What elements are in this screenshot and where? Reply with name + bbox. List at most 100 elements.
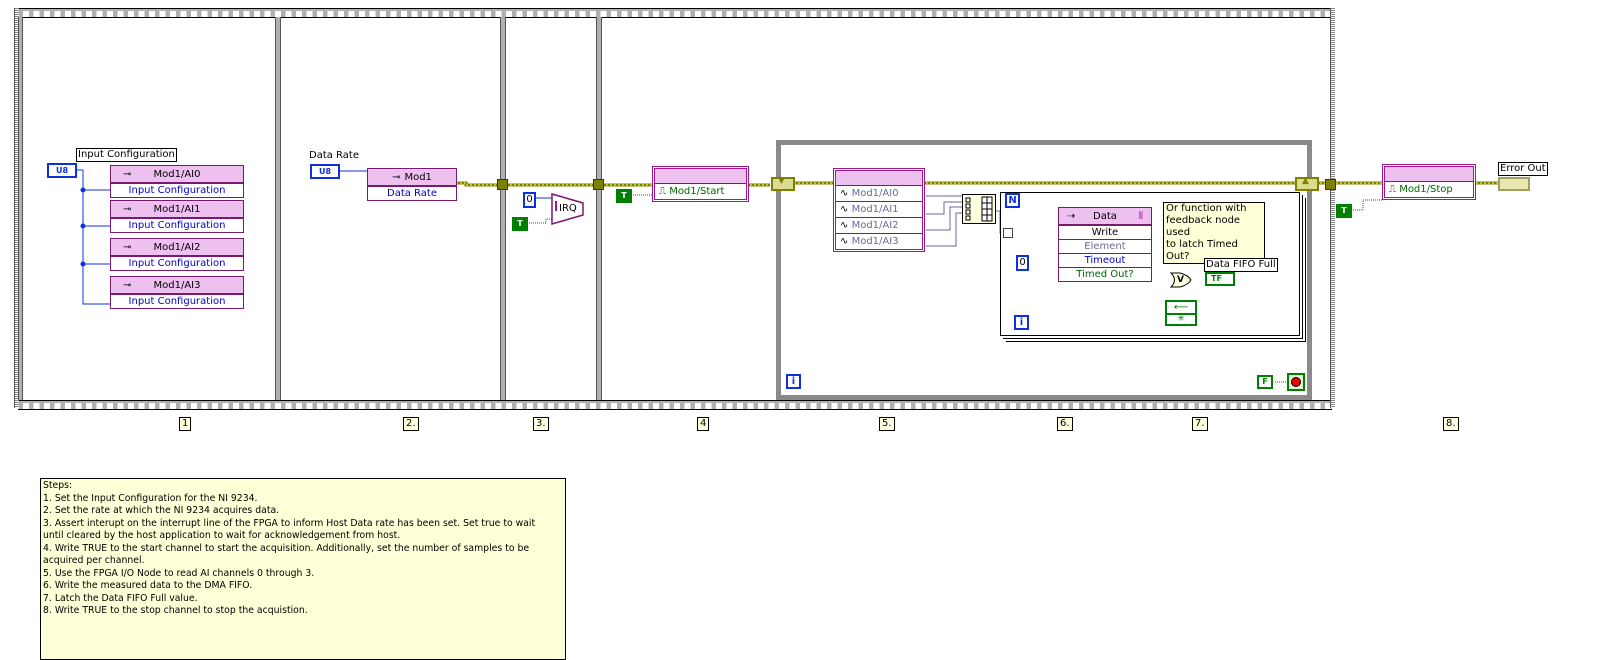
build-array-function[interactable] <box>962 194 996 224</box>
property-node-mod1[interactable]: ⊸ Mod1 Data Rate <box>367 168 457 201</box>
notes-line: 5. Use the FPGA I/O Node to read AI chan… <box>43 567 315 579</box>
data-fifo-full-indicator: TF <box>1205 272 1235 286</box>
for-count-terminal[interactable]: N <box>1005 193 1020 208</box>
auto-index-tunnel <box>1003 228 1013 238</box>
feedback-init-icon: ✳ <box>1177 314 1185 324</box>
frame-label-3: 3. <box>533 417 549 431</box>
error-out-indicator <box>1498 177 1530 191</box>
input-configuration-label: Input Configuration <box>76 148 177 162</box>
for-iteration-terminal: i <box>1014 315 1029 330</box>
start-constant[interactable]: T <box>616 189 632 203</box>
frame-label-7: 7. <box>1192 417 1208 431</box>
feedback-node[interactable]: ⟵ ✳ <box>1165 300 1197 326</box>
analog-waveform-icon: ∿ <box>840 236 849 247</box>
fifo-input-timeout[interactable]: Timeout <box>1059 253 1151 267</box>
io-node-start[interactable]: ⎍ Mod1/Start <box>652 166 749 202</box>
node-title: Mod1/AI3 <box>153 279 201 291</box>
error-out-label: Error Out <box>1498 162 1548 176</box>
property-node-icon: ⊸ <box>392 171 401 183</box>
node-title: Mod1/AI1 <box>153 203 201 215</box>
node-title: Mod1/AI0 <box>153 168 201 180</box>
notes-line: acquired per channel. <box>43 555 145 566</box>
error-tunnel <box>593 179 604 190</box>
notes-line: 6. Write the measured data to the DMA FI… <box>43 580 253 591</box>
property-node-ai2[interactable]: ⊸ Mod1/AI2 Input Configuration <box>110 238 244 271</box>
property-node-icon: ⊸ <box>123 241 132 253</box>
timeout-constant[interactable]: 0 <box>1016 255 1029 271</box>
input-config-wire <box>71 169 110 305</box>
build-array-icon <box>965 196 993 222</box>
stop-terminal[interactable] <box>1287 373 1305 391</box>
fifo-method-node[interactable]: ⇢ Data ⫴ Write Element Timeout Timed Out? <box>1058 207 1152 282</box>
fifo-icon: ⇢ <box>1067 210 1076 222</box>
data-rate-label: Data Rate <box>309 150 359 161</box>
node-title: Mod1/AI2 <box>153 241 201 253</box>
property-item[interactable]: Input Configuration <box>111 183 243 197</box>
error-tunnel <box>1325 179 1336 190</box>
irq-wait-wire <box>527 218 553 224</box>
io-node-channel[interactable]: Mod1/AI3 <box>852 236 899 247</box>
stop-condition-constant[interactable]: F <box>1257 375 1273 389</box>
io-node-ai[interactable]: ∿ Mod1/AI0 ∿ Mod1/AI1 ∿ Mod1/AI2 ∿ Mod1/… <box>833 168 925 252</box>
notes-line: 4. Write TRUE to the start channel to st… <box>43 542 530 554</box>
irq-number-constant[interactable]: 0 <box>523 192 536 208</box>
frame-label-1: 1 <box>179 417 192 431</box>
property-node-ai1[interactable]: ⊸ Mod1/AI1 Input Configuration <box>110 200 244 233</box>
fifo-method[interactable]: Write <box>1059 225 1151 239</box>
property-node-icon: ⊸ <box>123 168 132 180</box>
or-feedback-comment: Or function with feedback node used to l… <box>1163 202 1265 264</box>
input-configuration-control[interactable]: U8 <box>47 163 77 178</box>
stop-channel-constant[interactable]: T <box>1336 204 1352 218</box>
notes-line: 7. Latch the Data FIFO Full value. <box>43 592 198 604</box>
analog-waveform-icon: ∿ <box>840 188 849 199</box>
io-node-channel[interactable]: Mod1/AI1 <box>852 204 899 215</box>
down-arrow-icon: ▼ <box>778 176 785 186</box>
analog-waveform-icon: ∿ <box>840 204 849 215</box>
or-label: V <box>1177 275 1184 285</box>
up-arrow-icon: ▲ <box>1302 176 1309 186</box>
data-fifo-full-label: Data FIFO Full <box>1204 258 1278 272</box>
io-node-channel[interactable]: Mod1/AI2 <box>852 220 899 231</box>
property-node-ai3[interactable]: ⊸ Mod1/AI3 Input Configuration <box>110 276 244 309</box>
io-node-channel[interactable]: Mod1/Start <box>669 186 724 197</box>
stop-wire <box>1351 199 1383 211</box>
property-item[interactable]: Input Configuration <box>111 294 243 308</box>
stop-icon <box>1291 377 1301 387</box>
io-node-channel[interactable]: Mod1/Stop <box>1399 184 1453 195</box>
property-item[interactable]: Data Rate <box>368 186 456 200</box>
digital-waveform-icon: ⎍ <box>1389 184 1396 195</box>
fifo-input-element[interactable]: Element <box>1059 239 1151 253</box>
digital-waveform-icon: ⎍ <box>659 186 666 197</box>
fifo-output-timed-out[interactable]: Timed Out? <box>1059 267 1151 281</box>
notes-line: 8. Write TRUE to the stop channel to sto… <box>43 605 308 616</box>
frame-label-6: 6. <box>1057 417 1073 431</box>
property-item[interactable]: Input Configuration <box>111 218 243 232</box>
analog-waveform-icon: ∿ <box>840 220 849 231</box>
frame-label-2: 2. <box>403 417 419 431</box>
notes-line: 1. Set the Input Configuration for the N… <box>43 492 258 504</box>
irq-label: IRQ <box>559 203 577 214</box>
shift-register-left[interactable]: ▼ <box>771 176 795 191</box>
while-iteration-terminal: i <box>786 374 801 389</box>
shift-register-right[interactable]: ▲ <box>1295 176 1319 191</box>
notes-line: until cleared by the host application to… <box>43 530 401 541</box>
io-node-channel[interactable]: Mod1/AI0 <box>852 188 899 199</box>
frame-label-5: 5. <box>879 417 895 431</box>
node-title: Mod1 <box>404 171 432 183</box>
irq-wait-constant[interactable]: T <box>512 217 528 231</box>
property-node-ai0[interactable]: ⊸ Mod1/AI0 Input Configuration <box>110 165 244 198</box>
notes-line: 3. Assert interupt on the interrupt line… <box>43 517 536 529</box>
property-item[interactable]: Input Configuration <box>111 256 243 270</box>
steps-comment: Steps: 1. Set the Input Configuration fo… <box>40 478 566 660</box>
io-node-stop[interactable]: ⎍ Mod1/Stop <box>1382 164 1476 200</box>
frame-label-4: 4 <box>697 417 710 431</box>
data-rate-control[interactable]: U8 <box>310 164 340 179</box>
property-node-icon: ⊸ <box>123 203 132 215</box>
property-node-icon: ⊸ <box>123 279 132 291</box>
fifo-write-icon: ⫴ <box>1138 210 1143 222</box>
fifo-name: Data <box>1093 210 1117 222</box>
frame-label-8: 8. <box>1443 417 1459 431</box>
notes-line: 2. Set the rate at which the NI 9234 acq… <box>43 505 280 516</box>
notes-line: Steps: <box>43 480 73 491</box>
error-tunnel <box>497 179 508 190</box>
